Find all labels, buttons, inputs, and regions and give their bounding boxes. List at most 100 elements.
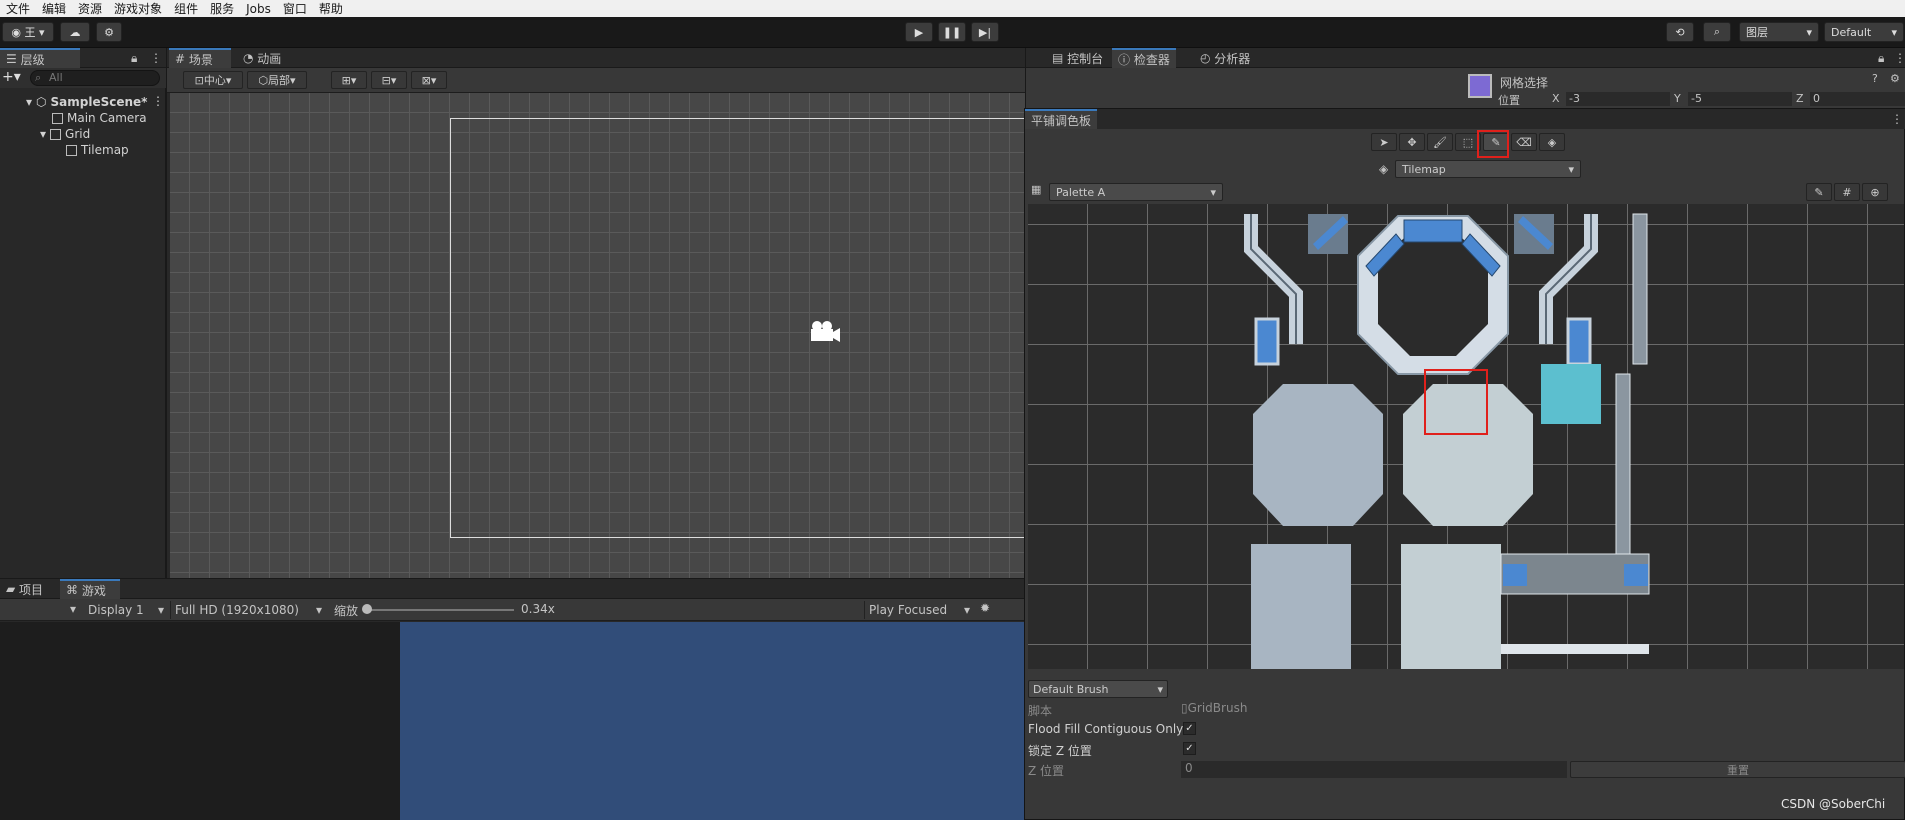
cursor-icon: ➤ [1379,135,1389,149]
grid-snap-button[interactable]: ⊞▾ [331,71,367,89]
reset-button[interactable]: 重置 [1570,761,1905,778]
menu-help[interactable]: 帮助 [313,0,349,17]
z-value: 0 [1813,92,1820,105]
camera-frustum-rect [450,118,1030,538]
add-icon[interactable]: +▾ [2,69,21,85]
help-icon[interactable]: ? [1872,72,1878,85]
lock-icon[interactable]: 🔒︎ [131,51,137,66]
x-field[interactable]: -3 [1566,92,1670,106]
bug-icon[interactable]: ✹ [980,601,990,615]
pause-button[interactable]: ❚❚ [938,22,966,42]
display-dropdown[interactable]: Display 1 ▾ [84,601,168,619]
menu-component[interactable]: 组件 [168,0,204,17]
unity-scene-icon: ⬡ [36,95,47,109]
select-tool-button[interactable]: ➤ [1371,133,1397,151]
layout-dropdown[interactable]: Default ▾ [1824,22,1904,42]
brush-dropdown[interactable]: Default Brush ▾ [1028,680,1168,698]
tab-console[interactable]: ▤ 控制台 [1046,48,1109,68]
menu-gameobject[interactable]: 游戏对象 [108,0,168,17]
palette-name-label: Palette A [1056,185,1106,199]
resolution-label: Full HD (1920x1080) [175,603,299,617]
menu-assets[interactable]: 资源 [72,0,108,17]
paint-tool-button[interactable]: 🖌︎ [1427,133,1453,151]
z-position-label: Z 位置 [1028,764,1065,778]
tab-tile-palette[interactable]: 平铺调色板 [1025,109,1098,129]
more-icon[interactable]: ⋮ [1894,51,1905,65]
menu-edit[interactable]: 编辑 [36,0,72,17]
layers-dropdown[interactable]: 图层 ▾ [1739,22,1819,42]
collab-button[interactable]: ⚙ [96,22,122,42]
hierarchy-search-input[interactable]: ⌕ All [30,70,160,86]
chevron-down-icon: ▾ [225,73,232,87]
tab-animation[interactable]: ◔ 动画 [237,48,297,68]
active-tilemap-dropdown[interactable]: Tilemap ▾ [1395,160,1581,178]
tab-project[interactable]: ▰ 项目 [0,579,58,599]
menu-window[interactable]: 窗口 [277,0,313,17]
tab-profiler[interactable]: ◴ 分析器 [1194,48,1256,68]
tree-item-label: Main Camera [67,111,147,125]
menu-services[interactable]: 服务 [204,0,240,17]
history-button[interactable]: ⟲ [1666,22,1694,42]
search-button[interactable]: ⌕ [1703,22,1731,42]
y-field[interactable]: -5 [1688,92,1792,106]
palette-grid[interactable] [1028,204,1904,669]
z-position-field[interactable]: 0 [1181,761,1567,778]
z-field[interactable]: 0 [1810,92,1905,106]
grid-toggle-button[interactable]: # [1834,183,1860,201]
tab-inspector[interactable]: ⓘ 检查器 [1112,48,1176,68]
game-view[interactable] [400,622,1025,820]
layers-icon: ◈ [1379,162,1389,176]
chevron-down-icon: ▾ [1568,162,1574,176]
scene-more-icon[interactable]: ⋮ [152,94,164,108]
account-icon: ◉ [11,25,25,39]
camera-gizmo-icon[interactable] [807,319,841,343]
game-letterbox [0,622,400,820]
game-toolbar: ▾ Display 1 ▾ Full HD (1920x1080) ▾ 缩放 0.3… [0,599,1025,621]
resolution-dropdown[interactable]: Full HD (1920x1080) ▾ [170,601,326,619]
tab-game[interactable]: ⌘ 游戏 [60,579,120,599]
chevron-down-icon: ▾ [157,603,164,617]
settings-icon[interactable]: ⚙ [1890,72,1900,85]
move-icon: ✥ [1407,135,1417,149]
fill-tool-button[interactable]: ◈ [1539,133,1565,151]
tree-item-scene[interactable]: ▾ ⬡ SampleScene* [26,94,147,110]
tree-item-main-camera[interactable]: Main Camera [52,110,147,126]
pivot-dropdown[interactable]: ⊡ 中心 ▾ [183,71,243,89]
lock-z-checkbox[interactable]: ✓ [1183,742,1196,755]
flood-fill-checkbox[interactable]: ✓ [1183,722,1196,735]
play-mode-dropdown[interactable]: Play Focused ▾ [864,601,974,619]
scale-slider-track[interactable] [368,609,514,611]
menu-jobs[interactable]: Jobs [240,2,277,16]
target-label: Tilemap [1402,162,1446,176]
lock-icon[interactable]: 🔒︎ [1878,51,1884,66]
tab-profiler-label: 分析器 [1214,51,1251,66]
tab-scene[interactable]: # 场景 [169,48,231,68]
more-icon[interactable]: ⋮ [150,51,162,65]
window-tile [1566,317,1592,366]
tree-item-tilemap[interactable]: Tilemap [66,142,129,158]
search-placeholder: All [49,71,63,84]
menu-file[interactable]: 文件 [0,0,36,17]
edit-palette-button[interactable]: ✎ [1806,183,1832,201]
scene-viewport[interactable] [170,93,1030,578]
increment-snap-button[interactable]: ⊟▾ [371,71,407,89]
hierarchy-toolbar: +▾ ⌕ All [0,68,166,88]
step-button[interactable]: ▶| [971,22,999,42]
more-icon[interactable]: ⋮ [1891,112,1903,126]
chevron-down-icon[interactable]: ▾ [70,602,76,616]
octagon-room-tile [1357,215,1509,375]
scale-slider-handle[interactable] [362,604,372,614]
tree-item-grid[interactable]: ▾ Grid [40,126,90,142]
space-dropdown[interactable]: ⬡ 局部 ▾ [247,71,307,89]
account-dropdown[interactable]: ◉ 王 ▾ [2,22,54,42]
cloud-button[interactable]: ☁ [60,22,90,42]
tab-hierarchy-label: 层级 [20,52,45,67]
palette-dropdown[interactable]: Palette A ▾ [1049,183,1223,201]
tab-hierarchy[interactable]: ☰ 层级 [0,48,80,68]
eraser-tool-button[interactable]: ⌫ [1511,133,1537,151]
gizmos-button[interactable]: ⊕ [1862,183,1888,201]
align-button[interactable]: ⊠▾ [411,71,447,89]
inspector-panel: ▤ 控制台 ⓘ 检查器 ◴ 分析器 🔒︎ ⋮ 网格选择 位置 X -3 Y -5… [1026,48,1905,108]
play-button[interactable]: ▶ [905,22,933,42]
move-tool-button[interactable]: ✥ [1399,133,1425,151]
